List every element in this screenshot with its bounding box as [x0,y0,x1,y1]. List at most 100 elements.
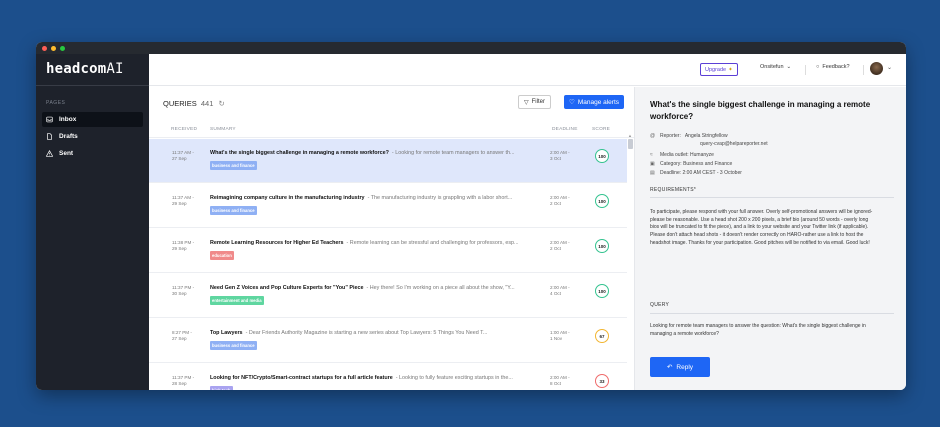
query-snippet: - Dear Friends Authority Magazine is sta… [245,330,488,336]
received-date: 11:37 AM -27 Sep [172,150,194,161]
chevron-down-icon[interactable]: ⌄ [887,64,892,71]
category-tag[interactable]: entertainment and media [210,296,264,305]
reporter-email-text: query-cvap@helpareporter.net [700,141,768,147]
score-badge: 33 [595,374,609,388]
top-bar: Upgrade ✦ Onsitefun ⌄ ○ Feedback? ⌄ [149,54,906,86]
sidebar-item-label: Sent [59,150,74,157]
reporter-label: Reporter: [660,133,681,139]
received-date: 11:37 PM -28 Sep [172,375,195,386]
close-window-button[interactable] [42,45,47,51]
query-snippet: - Looking to fully feature exciting star… [395,375,513,381]
divider [149,137,634,138]
table-row[interactable]: 11:37 AM -29 Sep Reimagining company cult… [149,184,627,228]
sidebar-item-drafts[interactable]: Drafts [42,129,143,144]
scroll-up-icon[interactable]: ▲ [628,133,632,138]
manage-alerts-label: Manage alerts [577,98,620,106]
category: ▣ Category: Business and Finance [650,161,732,167]
deadline-text: Deadline: 2:00 AM CEST - 3 October [660,170,742,176]
category-tag[interactable]: business and finance [210,161,257,170]
sidebar-item-sent[interactable]: Sent [42,146,143,161]
divider [650,197,894,198]
queries-heading: QUERIES 441 ↻ [163,99,225,108]
filter-icon: ▽ [524,99,529,106]
table-row[interactable]: 11:37 AM -27 Sep What's the single bigges… [149,139,627,183]
score-badge: 100 [595,239,609,253]
query-text: Looking for remote team managers to answ… [650,323,866,337]
divider [863,65,864,75]
column-header-score[interactable]: SCORE [592,127,610,132]
calendar-icon: ▤ [650,170,655,176]
deadline-date: 2:00 AM -4 Oct [550,285,570,296]
column-header-received[interactable]: RECEIVED [171,127,197,132]
received-date: 11:37 PM -30 Sep [172,285,195,296]
query-snippet: - The manufacturing industry is grapplin… [367,195,513,201]
queries-panel: QUERIES 441 ↻ ▽ Filter ♡ Manage alerts R… [149,87,634,390]
workspace-label: Onsitefun [760,64,784,70]
sidebar: headcomAI PAGES Inbox Drafts Sent [36,54,149,390]
feedback-label: Feedback? [822,64,850,70]
query-detail-panel: What's the single biggest challenge in m… [634,87,906,390]
received-date: 8:27 PM -27 Sep [172,330,192,341]
query-title: Looking for NFT/Crypto/Smart-contract st… [210,375,513,381]
table-row[interactable]: 8:27 PM -27 Sep Top Lawyers - Dear Friends… [149,319,627,363]
deadline-date: 2:00 AM -2 Oct [550,195,570,206]
rocket-icon: ✦ [728,66,733,73]
query-title: Need Gen Z Voices and Pop Culture Expert… [210,285,515,291]
reply-label: Reply [676,363,694,371]
deadline: ▤ Deadline: 2:00 AM CEST - 3 October [650,170,742,176]
deadline-date: 2:00 AM -2 Oct [550,240,570,251]
manage-alerts-button[interactable]: ♡ Manage alerts [564,95,625,109]
sidebar-section-label: PAGES [46,100,66,106]
divider [650,313,894,314]
feedback-button[interactable]: ○ Feedback? [816,64,850,70]
score-badge: 100 [595,149,609,163]
scrollbar-thumb[interactable] [628,139,633,149]
queries-title: QUERIES [163,99,197,108]
query-snippet: - Hey there! So I'm working on a piece a… [366,285,515,291]
sidebar-item-inbox[interactable]: Inbox [42,112,143,127]
query-title: Remote Learning Resources for Higher Ed … [210,240,519,246]
filter-button[interactable]: ▽ Filter [518,95,551,109]
upgrade-label: Upgrade [705,66,727,73]
score-badge: 100 [595,194,609,208]
query-title: Reimagining company culture in the manuf… [210,195,513,201]
deadline-date: 2:00 AM -8 Oct [550,375,570,386]
deadline-date: 1:00 AM -1 Nov [550,330,570,341]
at-icon: @ [650,133,656,139]
file-icon [47,133,52,140]
briefcase-icon: ▣ [650,161,655,167]
requirements-text: To participate, please respond with your… [650,209,873,246]
reporter-email[interactable]: query-cvap@helpareporter.net [700,141,768,147]
category-tag[interactable]: business and finance [210,206,257,215]
requirements-heading: REQUIREMENTS* [650,187,697,193]
detail-title: What's the single biggest challenge in m… [650,100,871,121]
avatar[interactable] [870,62,883,75]
column-header-deadline[interactable]: DEADLINE [552,127,578,132]
category-text: Category: Business and Finance [660,161,733,167]
sidebar-item-label: Inbox [59,116,77,123]
table-row[interactable]: 11:37 PM -30 Sep Need Gen Z Voices and Po… [149,274,627,318]
reporter-name: Angela Stringfellow [684,133,728,139]
query-title: Top Lawyers - Dear Friends Authority Maga… [210,330,488,336]
table-row[interactable]: 11:38 PM -29 Sep Remote Learning Resource… [149,229,627,273]
chat-icon: ○ [816,64,820,70]
workspace-dropdown[interactable]: Onsitefun ⌄ [760,64,791,70]
reply-button[interactable]: ↶ Reply [650,357,710,377]
upgrade-button[interactable]: Upgrade ✦ [700,63,738,76]
minimize-window-button[interactable] [51,45,56,51]
sidebar-item-label: Drafts [59,133,78,140]
reporter-info: @ Reporter: Angela Stringfellow [650,133,728,139]
column-header-summary[interactable]: SUMMARY [210,127,236,132]
query-heading: QUERY [650,302,670,308]
refresh-icon[interactable]: ↻ [218,99,224,108]
score-badge: 67 [595,329,609,343]
divider [805,65,806,75]
zoom-window-button[interactable] [60,45,65,51]
table-row[interactable]: 11:37 PM -28 Sep Looking for NFT/Crypto/S… [149,364,627,390]
query-snippet: - Remote learning can be stressful and c… [346,240,519,246]
category-tag[interactable]: business and finance [210,341,257,350]
category-tag[interactable]: education [210,251,234,260]
alert-icon [46,150,53,157]
category-tag[interactable]: high tech [210,386,233,390]
brand-logo: headcomAI [36,54,149,86]
